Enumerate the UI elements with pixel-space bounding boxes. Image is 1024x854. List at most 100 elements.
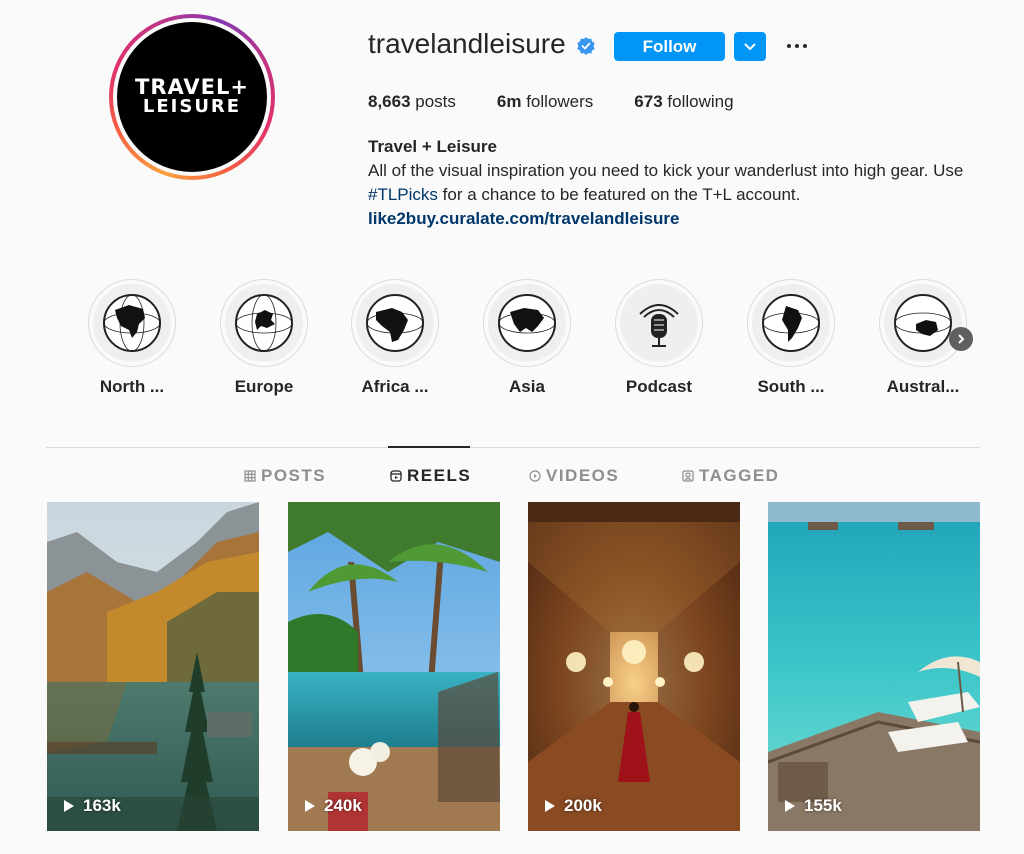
highlight-label: Europe: [234, 377, 294, 396]
hashtag-link[interactable]: #TLPicks: [368, 185, 438, 204]
tab-tagged[interactable]: TAGGED: [682, 466, 779, 486]
globe-asia-icon: [498, 294, 556, 352]
highlight-label: South ...: [757, 377, 825, 396]
highlight-cover: [620, 284, 698, 362]
reel-view-count: 200k: [544, 796, 602, 816]
following-stat[interactable]: 673 following: [634, 92, 733, 112]
following-label: following: [662, 92, 734, 111]
more-options-button[interactable]: [784, 34, 810, 58]
posts-count: 8,663: [368, 92, 411, 111]
highlight-cover: [884, 284, 962, 362]
globe-africa-icon: [366, 294, 424, 352]
highlight-ring: [220, 279, 308, 367]
reel-tile[interactable]: 155k: [768, 502, 980, 831]
avatar-gap: TRAVEL+ LEISURE: [113, 18, 271, 176]
tabs-divider: [46, 447, 980, 448]
bio-website-link[interactable]: like2buy.curalate.com/travelandleisure: [368, 207, 988, 231]
profile-bio: Travel + Leisure All of the visual inspi…: [368, 135, 988, 231]
chevron-down-icon: [744, 42, 756, 50]
bio-text-end: for a chance to be featured on the T+L a…: [437, 185, 801, 204]
view-count-text: 155k: [804, 796, 842, 815]
highlight-ring: [351, 279, 439, 367]
globe-south-america-icon: [762, 294, 820, 352]
highlight-label: Africa ...: [361, 377, 429, 396]
follow-button[interactable]: Follow: [614, 32, 725, 61]
posts-stat: 8,663 posts: [368, 92, 456, 112]
highlight-label: Asia: [509, 377, 545, 396]
username: travelandleisure: [368, 28, 566, 59]
highlight-north-america[interactable]: North ...: [82, 279, 182, 397]
play-icon: [785, 800, 795, 812]
suggested-dropdown-button[interactable]: [734, 32, 766, 61]
avatar-logo: TRAVEL+ LEISURE: [117, 22, 267, 172]
highlight-label: Podcast: [625, 377, 693, 396]
bio-text: All of the visual inspiration you need t…: [368, 161, 964, 180]
highlight-asia[interactable]: Asia: [477, 279, 577, 397]
reel-thumbnail-hall-of-mirrors: [528, 502, 740, 831]
following-count: 673: [634, 92, 663, 111]
highlight-podcast[interactable]: Podcast: [609, 279, 709, 397]
reel-view-count: 163k: [63, 796, 121, 816]
tab-label: POSTS: [261, 466, 327, 485]
tab-label: TAGGED: [699, 466, 780, 485]
reel-view-count: 240k: [304, 796, 362, 816]
avatar[interactable]: TRAVEL+ LEISURE: [109, 14, 275, 180]
tab-label: REELS: [407, 466, 472, 485]
highlight-cover: [488, 284, 566, 362]
highlight-europe[interactable]: Europe: [214, 279, 314, 397]
active-tab-indicator: [388, 446, 470, 448]
play-circle-icon: [529, 470, 541, 482]
avatar-logo-line1: TRAVEL+: [135, 75, 249, 99]
reel-tile[interactable]: 200k: [528, 502, 740, 831]
highlight-label: Austral...: [886, 377, 960, 396]
globe-north-america-icon: [103, 294, 161, 352]
more-dot-icon: [803, 44, 807, 48]
highlight-ring: [483, 279, 571, 367]
verified-badge-icon: [577, 37, 595, 55]
reel-thumbnail-ocean-villa: [768, 502, 980, 831]
highlight-ring: [88, 279, 176, 367]
tagged-icon: [682, 470, 694, 482]
highlight-label: North ...: [99, 377, 165, 396]
view-count-text: 240k: [324, 796, 362, 815]
highlight-cover: [752, 284, 830, 362]
globe-europe-icon: [235, 294, 293, 352]
tab-label: VIDEOS: [546, 466, 620, 485]
tab-posts[interactable]: POSTS: [244, 466, 326, 486]
globe-australia-icon: [894, 294, 952, 352]
microphone-icon: [639, 304, 679, 347]
highlight-cover: [225, 284, 303, 362]
view-count-text: 200k: [564, 796, 602, 815]
reel-view-count: 155k: [784, 796, 842, 816]
highlight-ring: [747, 279, 835, 367]
play-icon: [545, 800, 555, 812]
highlights-next-button[interactable]: [949, 327, 973, 351]
play-icon: [305, 800, 315, 812]
profile-stats: 8,663 posts 6m followers 673 following: [368, 92, 775, 112]
tab-reels[interactable]: REELS: [390, 466, 471, 486]
highlight-ring: [615, 279, 703, 367]
highlight-cover: [93, 284, 171, 362]
tab-videos[interactable]: VIDEOS: [529, 466, 619, 486]
display-name: Travel + Leisure: [368, 137, 497, 156]
avatar-logo-line2: LEISURE: [142, 96, 242, 117]
chevron-right-icon: [958, 334, 965, 344]
reel-tile[interactable]: 240k: [288, 502, 500, 831]
highlight-ring: [879, 279, 967, 367]
reel-thumbnail-tropical-pool: [288, 502, 500, 831]
more-dot-icon: [787, 44, 791, 48]
highlight-cover: [356, 284, 434, 362]
reel-tile[interactable]: 163k: [47, 502, 259, 831]
posts-label: posts: [410, 92, 456, 111]
followers-stat[interactable]: 6m followers: [497, 92, 593, 112]
reels-icon: [390, 470, 402, 482]
highlight-south-america[interactable]: South ...: [741, 279, 841, 397]
followers-count: 6m: [496, 92, 522, 111]
play-icon: [64, 800, 74, 812]
more-dot-icon: [795, 44, 799, 48]
highlight-africa[interactable]: Africa ...: [345, 279, 445, 397]
view-count-text: 163k: [83, 796, 121, 815]
reel-thumbnail-mountain-lake: [47, 502, 259, 831]
grid-icon: [244, 470, 256, 482]
followers-label: followers: [521, 92, 594, 111]
